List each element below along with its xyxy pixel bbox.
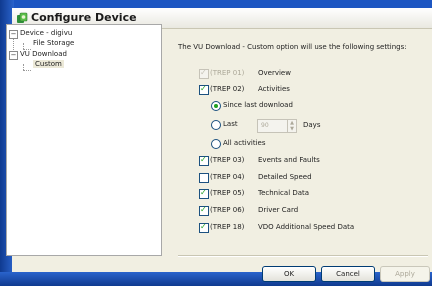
ok-button[interactable]: OK bbox=[262, 266, 316, 282]
collapse-vu-download-icon[interactable]: − bbox=[9, 51, 18, 60]
tree-item-file-storage[interactable]: File Storage bbox=[33, 39, 74, 47]
option-label: Events and Faults bbox=[258, 156, 320, 164]
tree-item-label: VU Download bbox=[20, 50, 67, 58]
option-code: (TREP 01) bbox=[210, 69, 245, 77]
radio-label: Since last download bbox=[223, 101, 293, 109]
trep05-checkbox[interactable] bbox=[199, 188, 209, 199]
trep03-checkbox[interactable] bbox=[199, 155, 209, 166]
trep18-checkbox[interactable] bbox=[199, 222, 209, 233]
option-code: (TREP 06) bbox=[210, 206, 245, 214]
device-tree: − Device - digivu File Storage − VU Down… bbox=[6, 24, 162, 256]
option-label: Overview bbox=[258, 69, 291, 77]
since-last-radio[interactable] bbox=[211, 101, 221, 111]
radio-label: All activities bbox=[223, 139, 266, 147]
tree-item-device[interactable]: Device - digivu bbox=[20, 29, 72, 37]
tree-item-custom[interactable]: Custom bbox=[33, 60, 64, 68]
decrement-icon[interactable]: ▼ bbox=[288, 126, 296, 132]
last-days-value: 90 bbox=[261, 122, 269, 129]
tree-item-vu-download[interactable]: VU Download bbox=[20, 50, 67, 58]
app-icon bbox=[17, 12, 28, 23]
days-label: Days bbox=[303, 121, 321, 129]
tree-item-label: Device - digivu bbox=[20, 29, 73, 37]
option-label: Detailed Speed bbox=[258, 173, 312, 181]
trep04-checkbox[interactable] bbox=[199, 173, 209, 183]
trep01-checkbox[interactable] bbox=[199, 68, 209, 79]
window-title: Configure Device bbox=[31, 11, 137, 24]
all-activities-radio[interactable] bbox=[211, 139, 221, 149]
option-label: Driver Card bbox=[258, 206, 299, 214]
cancel-button[interactable]: Cancel bbox=[321, 266, 375, 282]
apply-button[interactable]: Apply bbox=[380, 266, 430, 282]
last-radio[interactable] bbox=[211, 120, 221, 130]
option-label: Technical Data bbox=[258, 189, 310, 197]
tree-item-label: Custom bbox=[35, 60, 62, 68]
option-code: (TREP 18) bbox=[210, 223, 245, 231]
trep06-checkbox[interactable] bbox=[199, 205, 209, 216]
stepper-buttons[interactable]: ▲ ▼ bbox=[287, 120, 296, 132]
option-code: (TREP 03) bbox=[210, 156, 245, 164]
option-label: Activities bbox=[258, 85, 290, 93]
tree-connector bbox=[23, 70, 31, 71]
option-code: (TREP 04) bbox=[210, 173, 245, 181]
intro-text: The VU Download - Custom option will use… bbox=[178, 43, 407, 51]
option-code: (TREP 02) bbox=[210, 85, 245, 93]
option-code: (TREP 05) bbox=[210, 189, 245, 197]
trep02-checkbox[interactable] bbox=[199, 84, 209, 95]
collapse-device-icon[interactable]: − bbox=[9, 30, 18, 39]
radio-label: Last bbox=[223, 120, 238, 128]
option-label: VDO Additional Speed Data bbox=[258, 223, 355, 231]
tree-item-label: File Storage bbox=[33, 39, 75, 47]
last-days-stepper[interactable]: 90 ▲ ▼ bbox=[257, 119, 297, 133]
button-separator bbox=[178, 255, 428, 257]
